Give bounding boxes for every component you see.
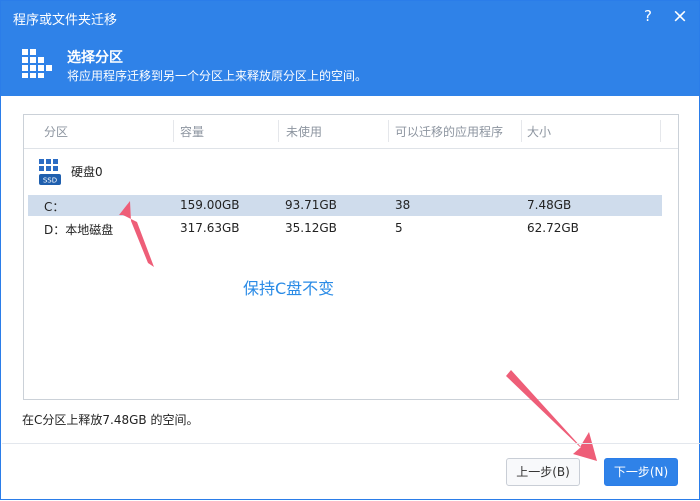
partition-grid-icon <box>22 49 52 78</box>
free-cell: 35.12GB <box>285 221 337 235</box>
partition-table: 分区 容量 未使用 可以迁移的应用程序 大小 SSD 硬盘0 C： 159.00… <box>23 114 679 400</box>
freed-space-status: 在C分区上释放7.48GB 的空间。 <box>22 413 199 427</box>
dialog-header: 程序或文件夹迁移 ? × 选择分区 将应用程序迁移到另一个分区上来释放原分区上的… <box>1 1 699 96</box>
annotation-note: 保持C盘不变 <box>243 279 335 298</box>
partition-cell: D：本地磁盘 <box>44 223 114 237</box>
size-cell: 7.48GB <box>527 198 572 212</box>
ssd-drive-icon: SSD <box>39 159 61 185</box>
disk-label: 硬盘0 <box>71 165 103 179</box>
column-divider <box>173 120 174 142</box>
apps-cell: 5 <box>395 221 403 235</box>
capacity-cell: 317.63GB <box>180 221 240 235</box>
column-divider <box>521 120 522 142</box>
step-subtitle: 将应用程序迁移到另一个分区上来释放原分区上的空间。 <box>67 69 368 83</box>
column-capacity[interactable]: 容量 <box>180 123 204 140</box>
column-divider <box>388 120 389 142</box>
column-free[interactable]: 未使用 <box>286 123 322 140</box>
column-migratable-apps[interactable]: 可以迁移的应用程序 <box>395 123 503 140</box>
free-cell: 93.71GB <box>285 198 337 212</box>
back-button[interactable]: 上一步(B) <box>506 458 580 486</box>
column-divider <box>660 120 661 142</box>
table-row[interactable]: D：本地磁盘 317.63GB 35.12GB 5 62.72GB <box>28 218 662 239</box>
ssd-badge: SSD <box>43 177 57 185</box>
size-cell: 62.72GB <box>527 221 579 235</box>
partition-cell: C： <box>44 200 65 214</box>
step-heading: 选择分区 <box>67 50 123 66</box>
column-size[interactable]: 大小 <box>527 123 551 140</box>
column-partition[interactable]: 分区 <box>44 123 68 140</box>
apps-cell: 38 <box>395 198 411 212</box>
close-icon[interactable]: × <box>672 5 688 27</box>
migration-dialog: 程序或文件夹迁移 ? × 选择分区 将应用程序迁移到另一个分区上来释放原分区上的… <box>0 0 700 500</box>
table-header: 分区 容量 未使用 可以迁移的应用程序 大小 <box>24 115 678 149</box>
window-title: 程序或文件夹迁移 <box>13 13 118 28</box>
footer-divider <box>2 443 700 444</box>
table-row[interactable]: C： 159.00GB 93.71GB 38 7.48GB <box>28 195 662 216</box>
capacity-cell: 159.00GB <box>180 198 240 212</box>
column-divider <box>278 120 279 142</box>
next-button[interactable]: 下一步(N) <box>604 458 678 486</box>
help-icon[interactable]: ? <box>641 7 655 25</box>
